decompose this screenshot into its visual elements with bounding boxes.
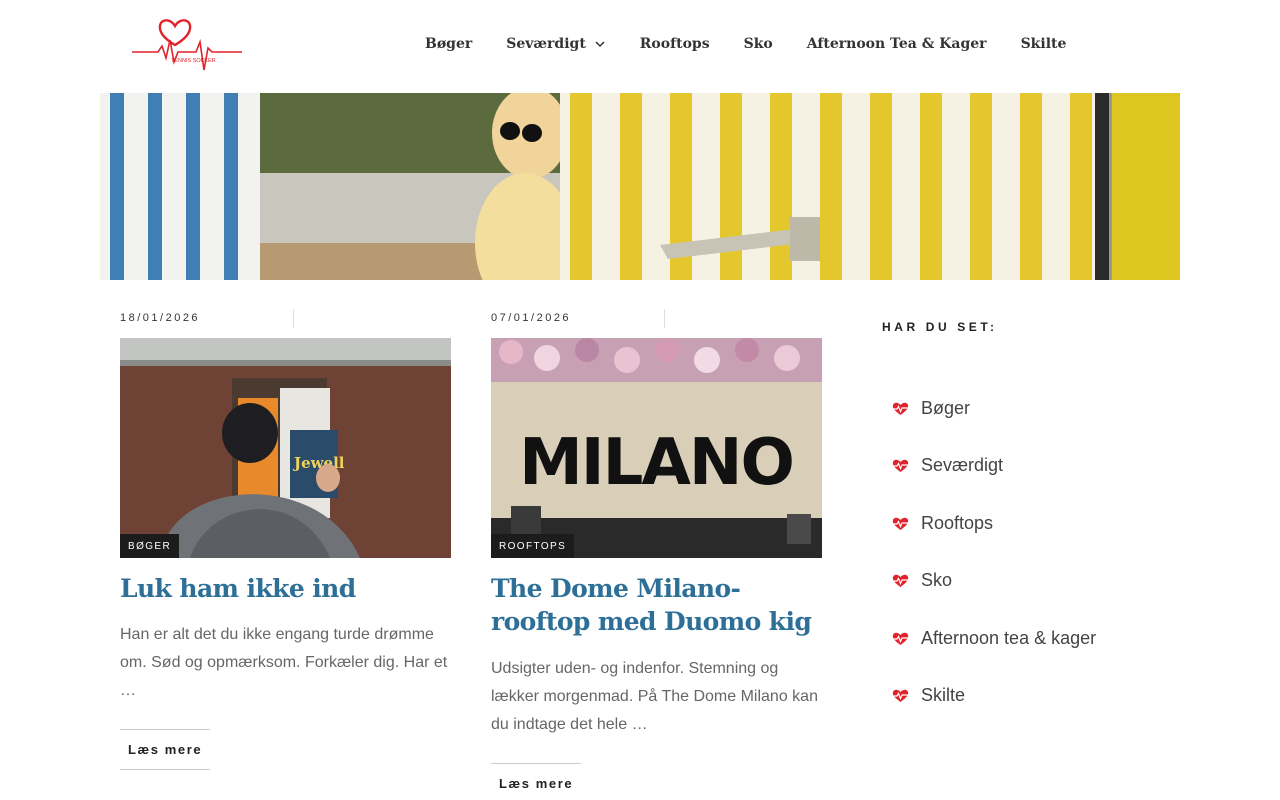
post-meta: 07/01/2026 — [491, 308, 822, 330]
sidebar: HAR DU SET: Bøger Seværdigt Rooftops Sko… — [882, 320, 1162, 705]
post-date: 07/01/2026 — [491, 312, 572, 324]
post-date: 18/01/2026 — [120, 312, 201, 324]
sidebar-item-sevaerdigt[interactable]: Seværdigt — [892, 453, 1162, 510]
hero-banner-image — [100, 93, 1180, 280]
post-card: 18/01/2026 Jewell BØGER Luk ham ikke ind… — [120, 308, 451, 770]
nav-label: Skilte — [1020, 36, 1067, 52]
sidebar-item-rooftops[interactable]: Rooftops — [892, 511, 1162, 568]
read-more-button[interactable]: Læs mere — [120, 729, 211, 770]
post-card: 07/01/2026 MILANO ROOFTOPS The Dome Mila… — [491, 308, 822, 800]
post-title[interactable]: The Dome Milano- rooftop med Duomo kig — [491, 572, 822, 638]
chevron-down-icon — [595, 41, 605, 48]
nav-sko[interactable]: Sko — [727, 36, 790, 52]
heartbeat-icon — [892, 402, 909, 415]
post-thumbnail[interactable]: MILANO ROOFTOPS — [491, 338, 822, 558]
meta-divider — [293, 309, 294, 328]
sidebar-item-label: Bøger — [921, 398, 971, 418]
sidebar-category-list: Bøger Seværdigt Rooftops Sko Afternoon t… — [892, 396, 1162, 740]
post-excerpt: Han er alt det du ikke engang turde drøm… — [120, 626, 448, 699]
sidebar-item-label: Skilte — [921, 684, 966, 705]
heartbeat-icon — [892, 574, 909, 588]
site-logo[interactable]: TENNIS SOKKER — [128, 12, 246, 78]
site-header: TENNIS SOKKER Bøger Seværdigt Rooftops S… — [0, 0, 1280, 93]
meta-divider — [664, 309, 665, 328]
post-excerpt: Udsigter uden- og indenfor. Stemning og … — [491, 660, 818, 733]
sidebar-item-sko[interactable]: Sko — [892, 568, 1162, 625]
sidebar-item-skilte[interactable]: Skilte — [892, 683, 1162, 740]
nav-rooftops[interactable]: Rooftops — [623, 36, 727, 52]
post-thumbnail[interactable]: Jewell BØGER — [120, 338, 451, 558]
post-title[interactable]: Luk ham ikke ind — [120, 572, 451, 605]
category-badge[interactable]: BØGER — [120, 534, 180, 558]
sidebar-item-label: Rooftops — [921, 512, 994, 533]
post-meta: 18/01/2026 — [120, 308, 451, 330]
nav-label: Sko — [743, 36, 773, 52]
heartbeat-icon — [892, 460, 909, 473]
nav-label: Rooftops — [639, 36, 710, 52]
nav-afternoon-tea[interactable]: Afternoon Tea & Kager — [790, 36, 1004, 52]
nav-label: Bøger — [425, 36, 473, 52]
sidebar-title: HAR DU SET: — [882, 320, 998, 334]
logo-text: TENNIS SOKKER — [171, 58, 216, 64]
nav-label: Afternoon Tea & Kager — [806, 36, 987, 52]
heartbeat-icon — [892, 689, 909, 702]
nav-sevaerdigt[interactable]: Seværdigt — [489, 36, 623, 52]
sidebar-item-label: Afternoon tea & kager — [921, 627, 1097, 648]
milano-sign-text: MILANO — [519, 426, 793, 500]
read-more-button[interactable]: Læs mere — [491, 763, 582, 800]
heartbeat-icon — [892, 632, 909, 645]
main-nav: Bøger Seværdigt Rooftops Sko Afternoon T… — [408, 0, 1083, 88]
nav-label: Seværdigt — [506, 36, 586, 52]
category-badge[interactable]: ROOFTOPS — [491, 534, 575, 558]
heartbeat-icon — [892, 517, 909, 530]
sidebar-item-afternoon-tea[interactable]: Afternoon tea & kager — [892, 626, 1162, 683]
nav-boger[interactable]: Bøger — [408, 36, 489, 52]
nav-skilte[interactable]: Skilte — [1004, 36, 1084, 52]
sidebar-item-label: Seværdigt — [921, 455, 1004, 476]
sidebar-item-label: Sko — [921, 570, 953, 591]
sidebar-item-boger[interactable]: Bøger — [892, 396, 1162, 453]
